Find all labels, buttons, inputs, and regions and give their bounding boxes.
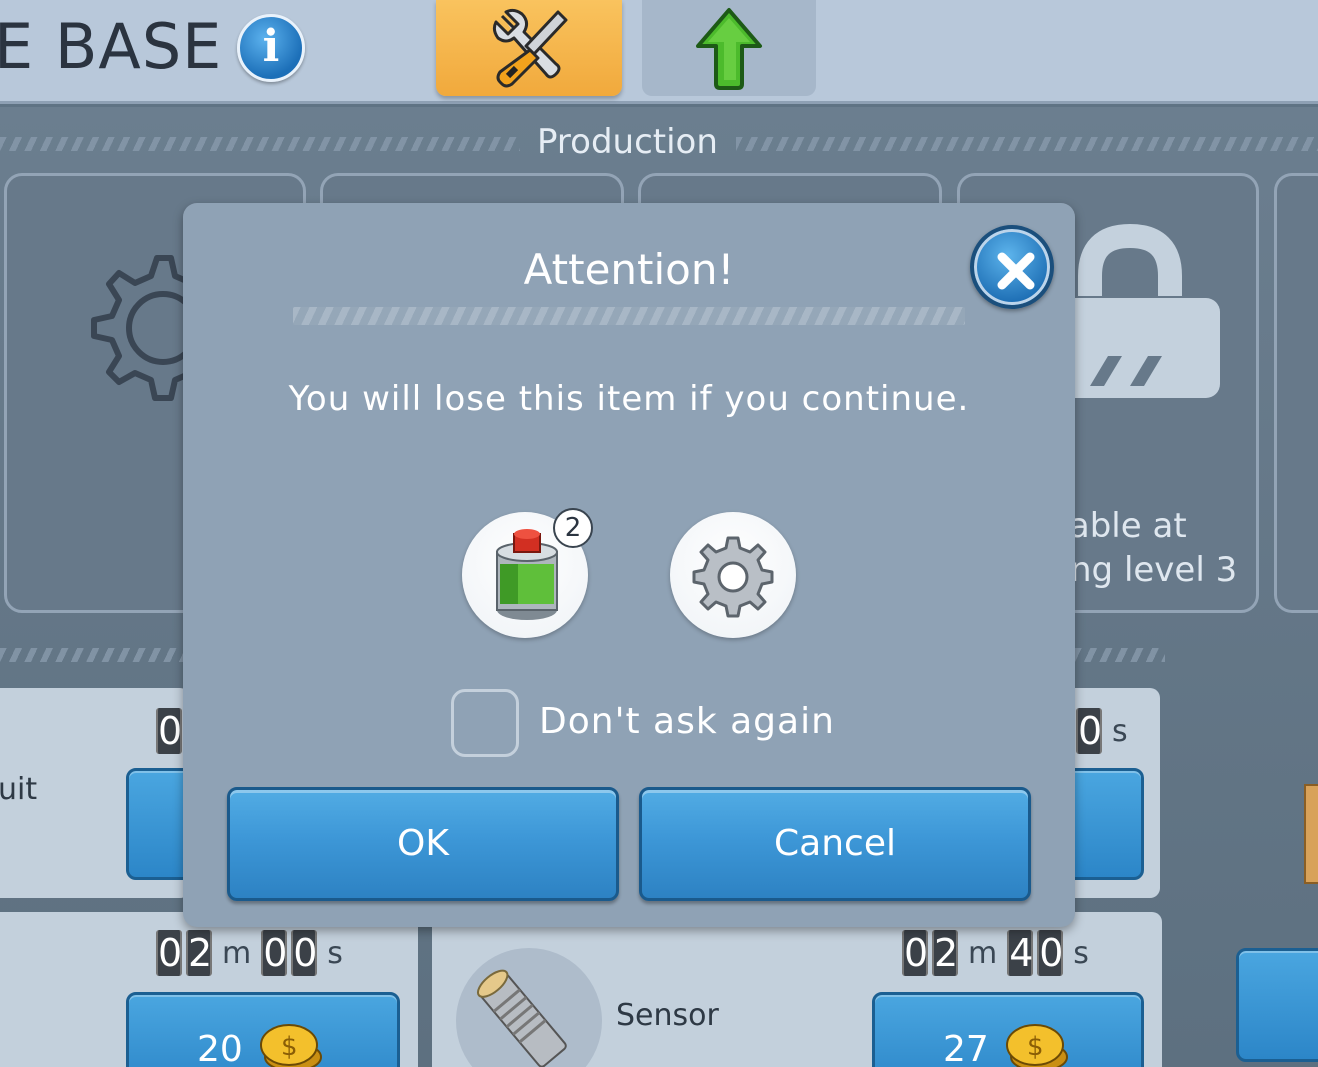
game-screen: E BASE i Production ilable at ng level 3… bbox=[0, 0, 1318, 1067]
timer-unit: m bbox=[968, 935, 998, 971]
timer-unit: s bbox=[327, 935, 343, 971]
produce-button[interactable]: 27 $ bbox=[872, 992, 1144, 1067]
timer: 0 2 m 4 0 s bbox=[902, 930, 1095, 976]
production-slot[interactable] bbox=[1274, 173, 1318, 613]
timer-digit: 0 bbox=[902, 930, 929, 976]
sensor-icon bbox=[456, 948, 602, 1067]
wrench-screwdriver-icon bbox=[492, 8, 568, 88]
divider bbox=[736, 137, 1318, 151]
tab-upgrade[interactable] bbox=[642, 0, 816, 96]
timer-digit: 0 bbox=[156, 708, 183, 754]
coin-stack-icon: $ bbox=[260, 1024, 322, 1067]
green-up-arrow-icon bbox=[696, 8, 762, 90]
timer: 0 2 m 0 0 s bbox=[156, 930, 349, 976]
section-title: Production bbox=[537, 122, 718, 162]
side-button[interactable] bbox=[1236, 948, 1318, 1062]
close-button[interactable] bbox=[970, 225, 1054, 309]
timer-digit: 2 bbox=[932, 930, 959, 976]
timer-digit: 0 bbox=[156, 930, 183, 976]
price-value: 20 bbox=[197, 1029, 243, 1067]
timer-digit: 0 bbox=[1076, 708, 1103, 754]
timer-unit: s bbox=[1073, 935, 1089, 971]
tab-tools[interactable] bbox=[436, 0, 622, 96]
svg-text:$: $ bbox=[281, 1032, 298, 1062]
timer-digit: 0 bbox=[291, 930, 318, 976]
dialog-divider bbox=[293, 307, 965, 325]
item-slot bbox=[670, 512, 796, 638]
locked-slot-text: ng level 3 bbox=[1070, 550, 1238, 590]
item-count-badge: 2 bbox=[553, 508, 593, 548]
timer-digit: 4 bbox=[1007, 930, 1034, 976]
timer: 0 s bbox=[1076, 708, 1134, 754]
dont-ask-checkbox[interactable] bbox=[451, 689, 519, 757]
coin-stack-icon: $ bbox=[1006, 1024, 1068, 1067]
dialog-message: You will lose this item if you continue. bbox=[288, 379, 970, 419]
dont-ask-label[interactable]: Don't ask again bbox=[539, 701, 835, 742]
cancel-button[interactable]: Cancel bbox=[639, 787, 1031, 901]
timer-unit: s bbox=[1112, 713, 1128, 749]
gear-icon bbox=[692, 536, 774, 618]
timer-digit: 0 bbox=[261, 930, 288, 976]
timer-digit: 2 bbox=[186, 930, 213, 976]
crate-icon bbox=[1304, 784, 1318, 884]
top-bar: E BASE i bbox=[0, 0, 1318, 104]
info-icon[interactable]: i bbox=[237, 14, 305, 82]
produce-button[interactable]: 20 $ bbox=[126, 992, 400, 1067]
price-value: 27 bbox=[943, 1029, 989, 1067]
sensor-icon bbox=[476, 969, 567, 1067]
timer: 0 bbox=[156, 708, 182, 754]
timer-unit: m bbox=[222, 935, 252, 971]
divider bbox=[0, 648, 190, 662]
ok-button[interactable]: OK bbox=[227, 787, 619, 901]
recipe-name: uit bbox=[0, 772, 38, 807]
page-title: E BASE bbox=[0, 10, 223, 83]
dialog-title: Attention! bbox=[523, 245, 735, 294]
recipe-name: Sensor bbox=[616, 998, 719, 1033]
attention-dialog: Attention! You will lose this item if yo… bbox=[183, 203, 1075, 927]
divider bbox=[1075, 648, 1165, 662]
svg-text:$: $ bbox=[1027, 1032, 1044, 1062]
timer-digit: 0 bbox=[1037, 930, 1064, 976]
close-icon bbox=[997, 252, 1035, 290]
divider bbox=[0, 137, 520, 151]
